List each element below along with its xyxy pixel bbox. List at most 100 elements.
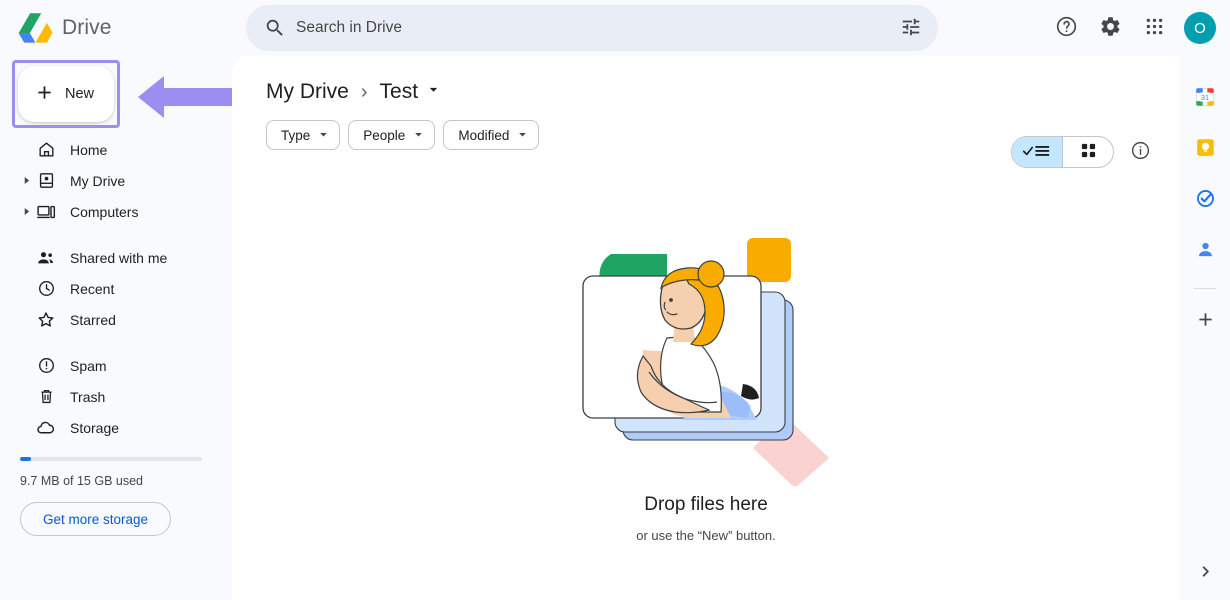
search-icon [264,17,286,39]
new-button-label: New [65,86,95,102]
calendar-app-button[interactable]: 31 [1185,78,1225,118]
sidebar-item-label: My Drive [70,172,126,189]
chevron-down-icon[interactable] [427,83,440,101]
chevron-down-icon [413,128,424,143]
search-bar[interactable] [246,5,938,51]
sidebar-group-divider [0,335,232,350]
gear-icon [1099,15,1122,41]
sidebar-item-label: Storage [70,419,120,436]
drive-logo-icon [18,12,54,44]
filter-chip-people[interactable]: People [348,120,436,150]
contacts-app-button[interactable] [1185,231,1225,271]
contacts-icon [1195,239,1216,263]
storage-progress-bar [20,457,202,461]
tune-icon [900,16,922,41]
sidebar-group-divider [0,227,232,242]
my-drive-icon [36,171,56,191]
get-more-storage-button[interactable]: Get more storage [20,502,172,536]
sidebar-item-home[interactable]: Home [0,134,214,165]
brand[interactable]: Drive [0,12,232,44]
expand-rail-button[interactable] [1192,560,1218,586]
svg-text:31: 31 [1201,92,1209,101]
sidebar-item-label: Starred [70,311,116,328]
storage-usage-text: 9.7 MB of 15 GB used [20,474,143,488]
sidebar-item-recent[interactable]: Recent [0,273,214,304]
google-apps-button[interactable] [1134,8,1174,48]
star-icon [36,310,56,330]
sidebar-item-trash[interactable]: Trash [0,381,214,412]
sidebar-item-storage[interactable]: Storage [0,412,214,443]
apps-grid-icon [1144,16,1165,40]
new-button-area: New [0,60,238,132]
storage-progress-fill [20,457,31,461]
chevron-right-icon [1198,564,1213,582]
chevron-down-icon [517,128,528,143]
person-sitting-with-files-illustration [571,226,841,488]
view-toggle [1011,136,1114,168]
clock-icon [36,279,56,299]
cloud-icon [36,418,56,438]
calendar-icon: 31 [1194,86,1216,111]
computers-icon [36,202,56,222]
expand-caret-icon[interactable] [22,208,30,216]
breadcrumb-root[interactable]: My Drive [266,80,349,104]
empty-state-title: Drop files here [644,494,768,515]
expand-caret-icon[interactable] [22,177,30,185]
sidebar-item-starred[interactable]: Starred [0,304,214,335]
sidebar: New Home My Drive Computers Shared with … [0,56,238,600]
sidebar-item-computers[interactable]: Computers [0,196,214,227]
sidebar-item-label: Trash [70,388,106,405]
breadcrumb-separator-icon: › [360,80,368,103]
header-actions: O [1046,8,1230,48]
sidebar-nav: Home My Drive Computers Shared with me R… [0,132,232,443]
details-info-button[interactable] [1122,134,1158,170]
home-icon [36,140,56,160]
trash-icon [36,387,56,407]
info-circle-icon [1130,140,1151,164]
sidebar-item-label: Recent [70,280,115,297]
search-container [246,5,938,51]
sidebar-item-label: Shared with me [70,249,168,266]
view-toolbar [1011,134,1158,170]
list-view-check-icon [1022,143,1052,162]
new-button[interactable]: New [18,66,114,122]
sidebar-item-spam[interactable]: Spam [0,350,214,381]
sidebar-item-shared-with-me[interactable]: Shared with me [0,242,214,273]
main-content: My Drive › Test Type People Modified Dro… [232,56,1180,600]
sidebar-item-label: Computers [70,203,139,220]
search-options-button[interactable] [892,9,930,47]
shared-people-icon [36,248,56,268]
list-view-button[interactable] [1012,137,1062,167]
empty-state-subtitle: or use the “New” button. [636,528,776,543]
empty-state: Drop files here or use the “New” button. [232,226,1180,543]
add-app-button[interactable] [1185,301,1225,341]
settings-button[interactable] [1090,8,1130,48]
breadcrumb: My Drive › Test [232,56,1180,108]
rail-divider [1194,288,1216,289]
breadcrumb-current[interactable]: Test [380,80,419,104]
search-input[interactable] [296,19,892,37]
sidebar-item-my-drive[interactable]: My Drive [0,165,214,196]
keep-icon [1195,137,1216,161]
filter-chip-type[interactable]: Type [266,120,341,150]
tasks-icon [1195,188,1216,212]
plus-icon [1195,309,1216,333]
chevron-down-icon [318,128,329,143]
filter-chip-label: Type [281,127,311,143]
storage-section: 9.7 MB of 15 GB used Get more storage [0,457,232,536]
help-button[interactable] [1046,8,1086,48]
sidebar-item-label: Spam [70,357,107,374]
filter-chip-label: Modified [458,127,510,143]
tasks-app-button[interactable] [1185,180,1225,220]
sidebar-item-label: Home [70,141,108,158]
app-header: Drive Search in Drive O [0,0,1230,56]
drive-app-window: Drive Search in Drive O New Home My Driv… [0,0,1230,600]
spam-exclamation-icon [36,356,56,376]
grid-view-button[interactable] [1063,137,1113,167]
side-app-rail: 31 [1180,56,1230,600]
brand-name: Drive [62,16,112,39]
plus-icon [34,82,55,107]
avatar[interactable]: O [1184,12,1216,44]
filter-chip-modified[interactable]: Modified [443,120,540,150]
keep-app-button[interactable] [1185,129,1225,169]
